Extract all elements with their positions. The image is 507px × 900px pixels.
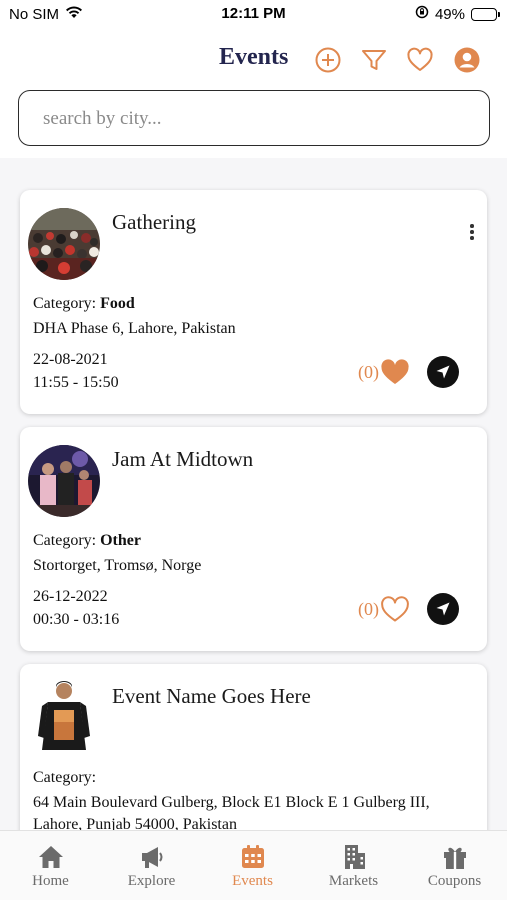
favorites-button[interactable] xyxy=(406,46,434,74)
event-image xyxy=(28,445,100,517)
tab-coupons[interactable]: Coupons xyxy=(404,831,505,900)
like-count: (0) xyxy=(358,362,379,382)
event-image xyxy=(28,208,100,280)
like-button[interactable] xyxy=(380,358,410,386)
tab-explore[interactable]: Explore xyxy=(101,831,202,900)
directions-button[interactable] xyxy=(427,593,459,625)
event-time: 11:55 - 15:50 xyxy=(33,374,119,391)
event-card[interactable]: Event Name Goes Here Category: 64 Main B… xyxy=(20,664,487,830)
directions-button[interactable] xyxy=(427,356,459,388)
event-image xyxy=(34,680,94,756)
address-line: Lahore, Punjab 54000, Pakistan xyxy=(33,816,237,830)
profile-button[interactable] xyxy=(453,46,481,74)
add-event-button[interactable] xyxy=(314,46,342,74)
heart-filled-icon xyxy=(381,359,409,384)
category-label: Category: xyxy=(33,532,97,549)
tab-label: Markets xyxy=(328,873,379,889)
tab-label: Home xyxy=(32,873,69,889)
event-category: Category: Other xyxy=(33,532,141,550)
event-address: DHA Phase 6, Lahore, Pakistan xyxy=(33,320,236,337)
search-box xyxy=(18,90,490,146)
navigation-arrow-icon xyxy=(436,602,450,616)
tab-home[interactable]: Home xyxy=(0,831,101,900)
event-time: 00:30 - 03:16 xyxy=(33,611,120,628)
category-label: Category: xyxy=(33,295,97,312)
page-title: Events xyxy=(219,44,289,70)
like-button[interactable] xyxy=(380,595,410,623)
category-label: Category: xyxy=(33,769,97,786)
address-line: 64 Main Boulevard Gulberg, Block E1 Bloc… xyxy=(33,794,430,811)
event-card[interactable]: Jam At Midtown Category: Other Stortorge… xyxy=(20,427,487,651)
building-icon xyxy=(345,845,365,869)
tab-label: Events xyxy=(232,873,273,889)
event-title: Gathering xyxy=(112,210,196,234)
tab-markets[interactable]: Markets xyxy=(303,831,404,900)
status-bar: No SIM 12:11 PM 49% xyxy=(0,0,507,30)
profile-icon xyxy=(454,47,480,73)
tab-label: Explore xyxy=(127,873,176,889)
calendar-icon xyxy=(242,845,264,868)
events-list[interactable]: Gathering Category: Food DHA Phase 6, La… xyxy=(0,158,507,830)
heart-icon xyxy=(407,47,433,71)
navigation-arrow-icon xyxy=(436,365,450,379)
event-title: Jam At Midtown xyxy=(112,447,254,471)
event-address: Stortorget, Tromsø, Norge xyxy=(33,557,202,574)
add-icon xyxy=(315,47,341,73)
gift-icon xyxy=(444,847,466,869)
megaphone-icon xyxy=(142,847,163,868)
category-value: Other xyxy=(100,532,141,549)
status-right: 49% xyxy=(415,5,500,23)
category-value: Food xyxy=(100,295,135,312)
orientation-lock-icon xyxy=(415,5,429,23)
event-date: 26-12-2022 xyxy=(33,588,108,605)
event-date: 22-08-2021 xyxy=(33,351,108,368)
battery-percent: 49% xyxy=(434,5,465,23)
filter-icon xyxy=(362,50,386,70)
event-address: 64 Main Boulevard Gulberg, Block E1 Bloc… xyxy=(33,792,473,830)
header: Events xyxy=(0,40,507,84)
like-count: (0) xyxy=(358,599,379,619)
event-card[interactable]: Gathering Category: Food DHA Phase 6, La… xyxy=(20,190,487,414)
more-options-icon[interactable] xyxy=(467,224,477,242)
search-input[interactable] xyxy=(43,105,463,133)
tab-label: Coupons xyxy=(427,873,482,889)
tab-events[interactable]: Events xyxy=(202,831,303,900)
event-title: Event Name Goes Here xyxy=(112,684,311,708)
tab-bar: Home Explore Events Markets Coupons xyxy=(0,830,507,900)
event-category: Category: xyxy=(33,769,96,787)
battery-icon xyxy=(471,7,500,21)
event-category: Category: Food xyxy=(33,295,135,313)
heart-outline-icon xyxy=(381,596,409,622)
filter-button[interactable] xyxy=(360,46,388,74)
home-icon xyxy=(39,846,63,868)
